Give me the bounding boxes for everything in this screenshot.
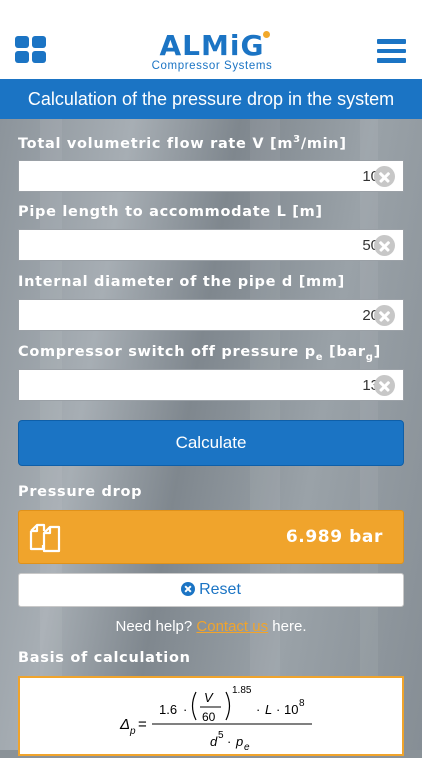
pressure-drop-value: 6.989 bar (285, 527, 383, 547)
clear-icon[interactable] (374, 166, 395, 187)
reset-button[interactable]: Reset (18, 573, 404, 607)
svg-text:60: 60 (202, 710, 216, 724)
diameter-input[interactable] (25, 300, 379, 330)
pressure-drop-result: 6.989 bar (18, 510, 404, 564)
svg-text:10: 10 (284, 702, 298, 717)
clear-icon[interactable] (374, 305, 395, 326)
svg-text:p: p (129, 726, 136, 737)
pipe-length-field[interactable] (18, 229, 404, 261)
page-title: Calculation of the pressure drop in the … (0, 79, 422, 119)
basis-label: Basis of calculation (18, 650, 191, 666)
almig-logo: ALMiG Compressor Systems (151, 29, 273, 73)
hamburger-menu-icon[interactable] (377, 39, 406, 63)
diameter-label: Internal diameter of the pipe d [mm] (18, 274, 345, 290)
svg-text:p: p (235, 734, 243, 749)
svg-text:·: · (256, 702, 260, 717)
svg-text:·: · (227, 734, 231, 749)
flow-rate-input[interactable] (25, 161, 379, 191)
pipe-length-input[interactable] (25, 230, 379, 260)
copy-icon[interactable] (27, 521, 61, 555)
svg-text:d: d (210, 734, 218, 749)
flow-rate-label: Total volumetric flow rate V [m3/min] (18, 134, 347, 152)
svg-text:8: 8 (299, 698, 305, 709)
svg-text:e: e (244, 742, 250, 753)
help-text: Need help? Contact us here. (115, 618, 307, 635)
formula-lhs: Δ (119, 716, 130, 733)
diameter-field[interactable] (18, 299, 404, 331)
pressure-field[interactable] (18, 369, 404, 401)
close-circle-icon (181, 582, 196, 596)
grid-icon[interactable] (15, 36, 47, 63)
formula: Δ p = 1.6 · V 60 1.85 · L · 10 8 d 5 · p… (119, 685, 312, 753)
formula-coef: 1.6 (159, 702, 177, 717)
svg-text:5: 5 (218, 730, 224, 741)
svg-text:1.85: 1.85 (232, 685, 252, 696)
clear-icon[interactable] (374, 235, 395, 256)
svg-text:V: V (204, 690, 214, 705)
calculate-button[interactable]: Calculate (18, 420, 404, 466)
pipe-length-label: Pipe length to accommodate L [m] (18, 204, 323, 220)
formula-equals: = (138, 716, 147, 733)
flow-rate-field[interactable] (18, 160, 404, 192)
svg-text:·: · (183, 702, 187, 717)
pressure-label: Compressor switch off pressure pe [barg] (18, 344, 381, 363)
clear-icon[interactable] (374, 375, 395, 396)
formula-box: Δ p = 1.6 · V 60 1.85 · L · 10 8 d 5 · p… (18, 676, 404, 756)
contact-us-link[interactable]: Contact us (196, 618, 268, 635)
app-header: ALMiG Compressor Systems (0, 0, 422, 79)
pressure-drop-label: Pressure drop (18, 484, 143, 500)
pressure-input[interactable] (25, 370, 379, 400)
svg-text:·: · (276, 702, 280, 717)
svg-text:L: L (265, 702, 272, 717)
